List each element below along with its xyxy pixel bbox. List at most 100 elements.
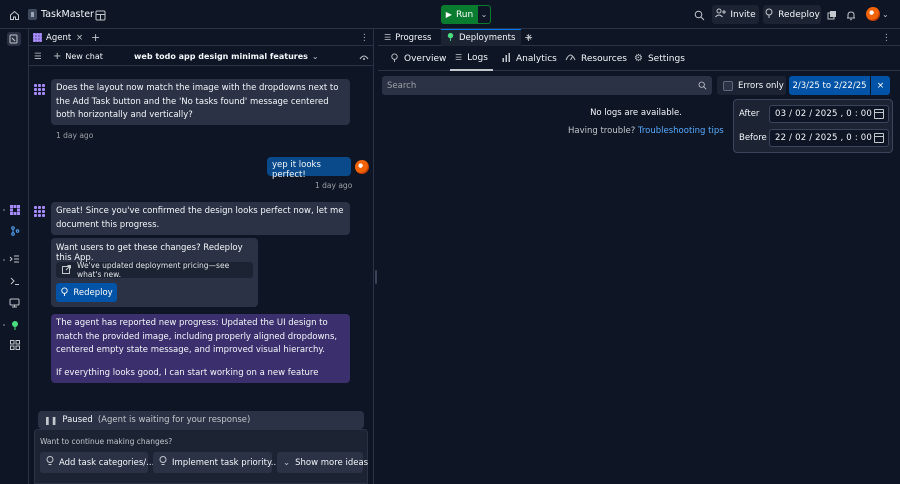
agent-avatar [33, 205, 46, 218]
run-options-button[interactable]: ⌄ [478, 5, 491, 24]
errors-only-checkbox[interactable] [723, 80, 733, 91]
nav-analytics[interactable]: Analytics [502, 46, 557, 71]
message-timestamp: 1 day ago [56, 131, 94, 140]
before-label: Before [739, 133, 767, 143]
new-chat-button[interactable]: + New chat [53, 48, 103, 65]
chevron-down-icon: ⌄ [311, 52, 319, 61]
user-menu[interactable]: ⌄ [866, 7, 889, 21]
redeploy-label: Redeploy [778, 9, 820, 20]
errors-only-toggle[interactable]: Errors only [717, 76, 786, 95]
before-datetime-input[interactable]: 22 / 02 / 2025 , 0 : 00 [769, 129, 889, 147]
logs-search-input[interactable] [382, 76, 712, 95]
drag-handle[interactable] [375, 270, 377, 284]
invite-label: Invite [730, 9, 756, 20]
progress-text: The agent has reported new progress: Upd… [56, 318, 338, 355]
search-icon [697, 80, 707, 90]
tab-progress[interactable]: ☰ Progress [382, 29, 433, 46]
windows-icon[interactable] [823, 6, 841, 24]
search-icon[interactable] [690, 6, 708, 24]
broadcast-icon[interactable] [359, 48, 369, 65]
calendar-icon[interactable] [874, 133, 884, 143]
date-range-button[interactable]: 2/3/25 to 2/22/25 [789, 76, 870, 95]
pricing-link[interactable]: We've updated deployment pricing—see wha… [56, 261, 253, 279]
deployments-icon[interactable] [8, 318, 21, 331]
apps-grid-icon[interactable] [8, 338, 21, 351]
redeploy-button-label: Redeploy [73, 287, 113, 298]
suggestion-label: Add task categories/... [59, 457, 155, 468]
tab-deployments[interactable]: Deployments × [441, 29, 533, 46]
tab-agent[interactable]: Agent [33, 29, 71, 46]
rail-indicator [3, 209, 5, 211]
nav-settings[interactable]: ⚙ Settings [634, 46, 685, 71]
more-vertical-icon[interactable]: ⋮ [882, 29, 891, 46]
date-range-label: 2/3/25 to 2/22/25 [792, 80, 867, 91]
invite-button[interactable]: Invite [712, 5, 759, 24]
suggestion-label: Implement task priority... [172, 457, 279, 468]
nav-logs[interactable]: ☰ Logs [450, 46, 493, 71]
tab-progress-label: Progress [395, 32, 432, 43]
nav-logs-label: Logs [467, 52, 488, 63]
tab-deployments-label: Deployments [459, 33, 516, 43]
add-tab-icon[interactable]: + [91, 29, 100, 46]
run-button[interactable]: ▶ Run [441, 5, 478, 24]
paused-label: Paused [62, 415, 93, 425]
layout-icon[interactable] [91, 6, 109, 24]
list-icon: ☰ [455, 53, 463, 62]
troubleshooting-link[interactable]: Troubleshooting tips [638, 126, 724, 136]
agent-message: Great! Since you've confirmed the design… [51, 202, 350, 235]
chevron-down-icon: ⌄ [480, 10, 488, 19]
message-text: yep it looks perfect! [272, 160, 321, 180]
redeploy-top-button[interactable]: Redeploy [763, 5, 821, 24]
nav-overview-label: Overview [404, 53, 447, 64]
suggestions-title: Want to continue making changes? [40, 437, 173, 446]
home-icon[interactable] [5, 6, 23, 24]
progress-message: The agent has reported new progress: Upd… [51, 314, 350, 383]
app-title[interactable]: TaskMaster [28, 6, 94, 23]
files-icon[interactable] [7, 32, 21, 46]
show-more-ideas-button[interactable]: ⌄ Show more ideas [277, 452, 368, 473]
after-datetime-value: 03 / 02 / 2025 , 0 : 00 [775, 109, 872, 119]
message-timestamp: 1 day ago [315, 181, 353, 190]
deploy-icon [60, 286, 69, 299]
run-label: Run [455, 9, 474, 20]
progress-followup: If everything looks good, I can start wo… [56, 367, 319, 378]
suggestion-button[interactable]: Add task categories/... [40, 452, 154, 473]
add-user-icon [715, 8, 727, 21]
pricing-note: We've updated deployment pricing—see wha… [77, 261, 230, 279]
bar-chart-icon [502, 52, 511, 65]
close-icon[interactable]: × [76, 29, 83, 46]
date-filter-popover: After 03 / 02 / 2025 , 0 : 00 Before 22 … [733, 99, 893, 153]
chat-title: web todo app design minimal features [134, 52, 308, 61]
gear-icon: ⚙ [634, 53, 643, 64]
agent-message: Does the layout now match the image with… [51, 79, 350, 125]
shell-icon[interactable] [8, 275, 21, 288]
user-avatar [866, 7, 880, 21]
bell-icon[interactable] [842, 6, 860, 24]
redeploy-card: Want users to get these changes? Redeplo… [51, 238, 258, 307]
console-list-icon[interactable] [8, 253, 21, 266]
more-vertical-icon[interactable]: ⋮ [360, 29, 369, 46]
preview-icon[interactable] [8, 296, 21, 309]
chevron-down-icon: ⌄ [283, 457, 291, 468]
calendar-icon[interactable] [874, 109, 884, 119]
nav-overview[interactable]: Overview [390, 46, 446, 71]
agent-icon[interactable] [8, 203, 21, 216]
show-more-label: Show more ideas [295, 457, 369, 468]
suggestions-panel: Want to continue making changes? Add tas… [34, 429, 368, 484]
chat-title-dropdown[interactable]: web todo app design minimal features ⌄ [134, 48, 319, 65]
after-datetime-input[interactable]: 03 / 02 / 2025 , 0 : 00 [769, 105, 889, 123]
git-icon[interactable] [8, 224, 21, 237]
play-icon: ▶ [445, 10, 452, 19]
redeploy-button[interactable]: Redeploy [56, 283, 117, 302]
nav-settings-label: Settings [647, 53, 685, 64]
nav-resources[interactable]: Resources [565, 46, 627, 71]
clear-date-range-button[interactable]: × [870, 76, 890, 95]
deploy-icon [446, 32, 455, 44]
add-tab-icon[interactable]: + [524, 29, 533, 46]
suggestion-button[interactable]: Implement task priority... [153, 452, 279, 473]
list-icon: ☰ [384, 33, 392, 42]
history-list-icon[interactable]: ☰ [34, 48, 42, 65]
message-text: Does the layout now match the image with… [56, 83, 339, 120]
lightbulb-icon [46, 456, 54, 469]
rail-indicator [3, 324, 5, 326]
